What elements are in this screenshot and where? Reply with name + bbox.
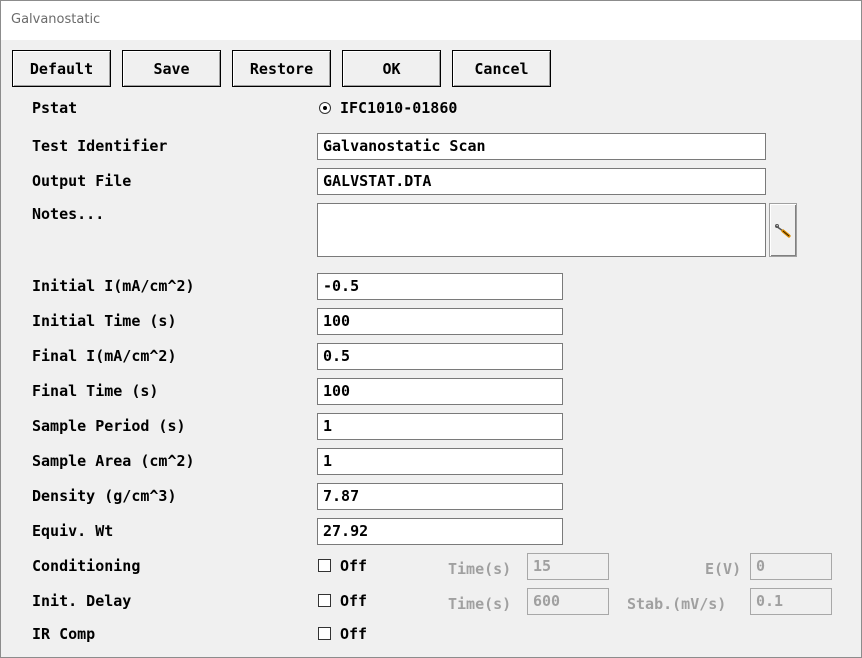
- init-delay-time-label: Time(s): [448, 595, 512, 613]
- conditioning-time-input[interactable]: 15: [527, 553, 609, 580]
- final-i-input[interactable]: 0.5: [317, 343, 563, 370]
- cancel-button[interactable]: Cancel: [452, 50, 551, 87]
- final-time-input[interactable]: 100: [317, 378, 563, 405]
- init-delay-stab-label: Stab.(mV/s): [627, 595, 727, 613]
- initial-i-label: Initial I(mA/cm^2): [32, 277, 195, 295]
- conditioning-label: Conditioning: [32, 557, 141, 575]
- notes-textarea[interactable]: [317, 203, 766, 257]
- init-delay-time-input[interactable]: 600: [527, 588, 609, 615]
- init-delay-checkbox[interactable]: [318, 594, 331, 607]
- sample-area-input[interactable]: 1: [317, 448, 563, 475]
- default-button[interactable]: Default: [12, 50, 111, 87]
- notes-label: Notes...: [32, 205, 105, 223]
- pstat-option-label[interactable]: IFC1010-01860: [340, 99, 457, 117]
- conditioning-e-input[interactable]: 0: [750, 553, 832, 580]
- pstat-radio[interactable]: [319, 102, 331, 114]
- density-input[interactable]: 7.87: [317, 483, 563, 510]
- init-delay-state-label[interactable]: Off: [340, 592, 367, 610]
- conditioning-checkbox[interactable]: [318, 559, 331, 572]
- pstat-label: Pstat: [32, 99, 78, 117]
- equiv-wt-input[interactable]: 27.92: [317, 518, 563, 545]
- sample-period-label: Sample Period (s): [32, 417, 186, 435]
- sample-area-label: Sample Area (cm^2): [32, 452, 195, 470]
- final-i-label: Final I(mA/cm^2): [32, 347, 177, 365]
- initial-i-input[interactable]: -0.5: [317, 273, 563, 300]
- restore-button[interactable]: Restore: [232, 50, 331, 87]
- ir-comp-state-label[interactable]: Off: [340, 625, 367, 643]
- output-file-label: Output File: [32, 172, 132, 190]
- equiv-wt-label: Equiv. Wt: [32, 522, 114, 540]
- conditioning-state-label[interactable]: Off: [340, 557, 367, 575]
- initial-time-input[interactable]: 100: [317, 308, 563, 335]
- initial-time-label: Initial Time (s): [32, 312, 177, 330]
- init-delay-stab-input[interactable]: 0.1: [750, 588, 832, 615]
- test-identifier-label: Test Identifier: [32, 137, 168, 155]
- test-identifier-input[interactable]: Galvanostatic Scan: [317, 133, 766, 160]
- title-bar: Galvanostatic: [1, 1, 861, 40]
- init-delay-label: Init. Delay: [32, 592, 132, 610]
- conditioning-e-label: E(V): [705, 560, 742, 578]
- sample-period-input[interactable]: 1: [317, 413, 563, 440]
- window-title: Galvanostatic: [11, 12, 101, 27]
- ok-button[interactable]: OK: [342, 50, 441, 87]
- ir-comp-label: IR Comp: [32, 625, 96, 643]
- density-label: Density (g/cm^3): [32, 487, 177, 505]
- screwdriver-icon: [775, 224, 791, 238]
- notes-edit-button[interactable]: [769, 203, 797, 257]
- save-button[interactable]: Save: [122, 50, 221, 87]
- ir-comp-checkbox[interactable]: [318, 627, 331, 640]
- conditioning-time-label: Time(s): [448, 560, 512, 578]
- galvanostatic-dialog: Galvanostatic Default Save Restore OK Ca…: [0, 0, 862, 658]
- final-time-label: Final Time (s): [32, 382, 159, 400]
- output-file-input[interactable]: GALVSTAT.DTA: [317, 168, 766, 195]
